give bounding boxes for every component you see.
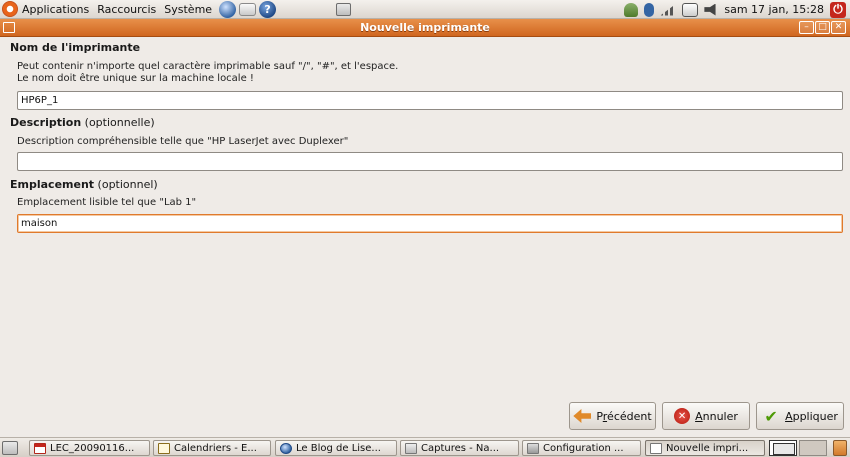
clock[interactable]: sam 17 jan, 15:28	[724, 3, 824, 16]
close-icon[interactable]: ✕	[831, 21, 846, 34]
description-input[interactable]	[17, 152, 843, 171]
ubuntu-logo-icon	[2, 1, 18, 17]
location-input[interactable]	[17, 214, 843, 233]
taskbar-item[interactable]: Configuration ...	[522, 440, 641, 456]
help-icon[interactable]: ?	[259, 0, 277, 18]
system-menu[interactable]: Système	[160, 0, 216, 19]
web-browser-icon[interactable]	[219, 0, 237, 18]
taskbar-item-label: Nouvelle impri...	[666, 442, 749, 454]
applications-menu[interactable]: Applications	[0, 0, 93, 19]
description-heading: Description (optionnelle)	[10, 116, 155, 129]
cancel-button-label: Annuler	[695, 409, 738, 423]
window-title: Nouvelle imprimante	[360, 21, 490, 34]
taskbar-item-label: Le Blog de Lise...	[296, 442, 381, 454]
desktop-icon[interactable]	[336, 2, 352, 16]
web-browser-icon	[280, 442, 292, 454]
printer-name-heading: Nom de l'imprimante	[10, 41, 140, 54]
user-icon[interactable]	[624, 2, 639, 17]
show-desktop-icon[interactable]	[2, 441, 18, 455]
system-tray: sam 17 jan, 15:28 ⏻	[624, 0, 850, 19]
window-titlebar[interactable]: Nouvelle imprimante – □ ✕	[0, 19, 850, 37]
applications-menu-label: Applications	[22, 2, 90, 16]
location-heading-text: Emplacement	[10, 178, 95, 191]
power-icon[interactable]: ⏻	[830, 1, 846, 18]
taskbar-item-label: Configuration ...	[543, 442, 624, 454]
bottom-taskbar: LEC_20090116... Calendriers - E... Le Bl…	[0, 437, 850, 457]
window-icon	[650, 442, 662, 454]
previous-button-label: Précédent	[596, 409, 652, 423]
printer-name-hint-2: Le nom doit être unique sur la machine l…	[17, 73, 254, 84]
taskbar-item[interactable]: Calendriers - E...	[153, 440, 271, 456]
taskbar-item-label: Captures - Na...	[421, 442, 500, 454]
location-heading: Emplacement (optionnel)	[10, 178, 158, 191]
location-qualifier: (optionnel)	[97, 178, 158, 191]
volume-icon[interactable]	[704, 3, 716, 16]
apply-button[interactable]: ✔ Appliquer	[756, 402, 844, 430]
cancel-icon: ✕	[674, 408, 691, 424]
description-heading-text: Description	[10, 116, 82, 129]
printer-name-hint-1: Peut contenir n'importe quel caractère i…	[17, 61, 399, 72]
pdf-document-icon	[34, 442, 46, 454]
description-qualifier: (optionnelle)	[84, 116, 155, 129]
printer-name-heading-text: Nom de l'imprimante	[10, 41, 141, 54]
previous-button[interactable]: Précédent	[569, 402, 656, 430]
minimize-icon[interactable]: –	[799, 21, 814, 34]
location-hint: Emplacement lisible tel que "Lab 1"	[17, 197, 197, 208]
printer-name-input[interactable]	[17, 91, 843, 110]
taskbar-item[interactable]: LEC_20090116...	[29, 440, 150, 456]
system-menu-label: Système	[164, 2, 213, 16]
taskbar-item-label: LEC_20090116...	[50, 442, 135, 454]
network-icon[interactable]	[682, 2, 699, 17]
taskbar-item-label: Calendriers - E...	[174, 442, 257, 454]
mail-icon[interactable]	[239, 2, 257, 16]
taskbar-item-active[interactable]: Nouvelle impri...	[645, 440, 765, 456]
bluetooth-icon[interactable]	[644, 2, 655, 17]
arrow-left-icon	[573, 409, 592, 423]
checkmark-icon: ✔	[764, 406, 778, 426]
printer-icon	[527, 442, 539, 454]
shortcuts-menu-label: Raccourcis	[97, 2, 157, 16]
taskbar-item[interactable]: Captures - Na...	[400, 440, 519, 456]
top-panel: Applications Raccourcis Système ? sam 17…	[0, 0, 850, 19]
file-manager-icon	[405, 442, 417, 454]
taskbar-item[interactable]: Le Blog de Lise...	[275, 440, 397, 456]
trash-icon[interactable]	[833, 440, 847, 456]
shortcuts-menu[interactable]: Raccourcis	[93, 0, 160, 19]
workspace-2[interactable]	[799, 440, 827, 456]
maximize-icon[interactable]: □	[815, 21, 830, 34]
description-hint: Description compréhensible telle que "HP…	[17, 136, 349, 147]
signal-strength-icon[interactable]	[660, 3, 677, 16]
calendar-icon	[158, 442, 170, 454]
cancel-button[interactable]: ✕ Annuler	[662, 402, 750, 430]
workspace-1[interactable]	[769, 440, 797, 456]
apply-button-label: Appliquer	[785, 409, 838, 423]
